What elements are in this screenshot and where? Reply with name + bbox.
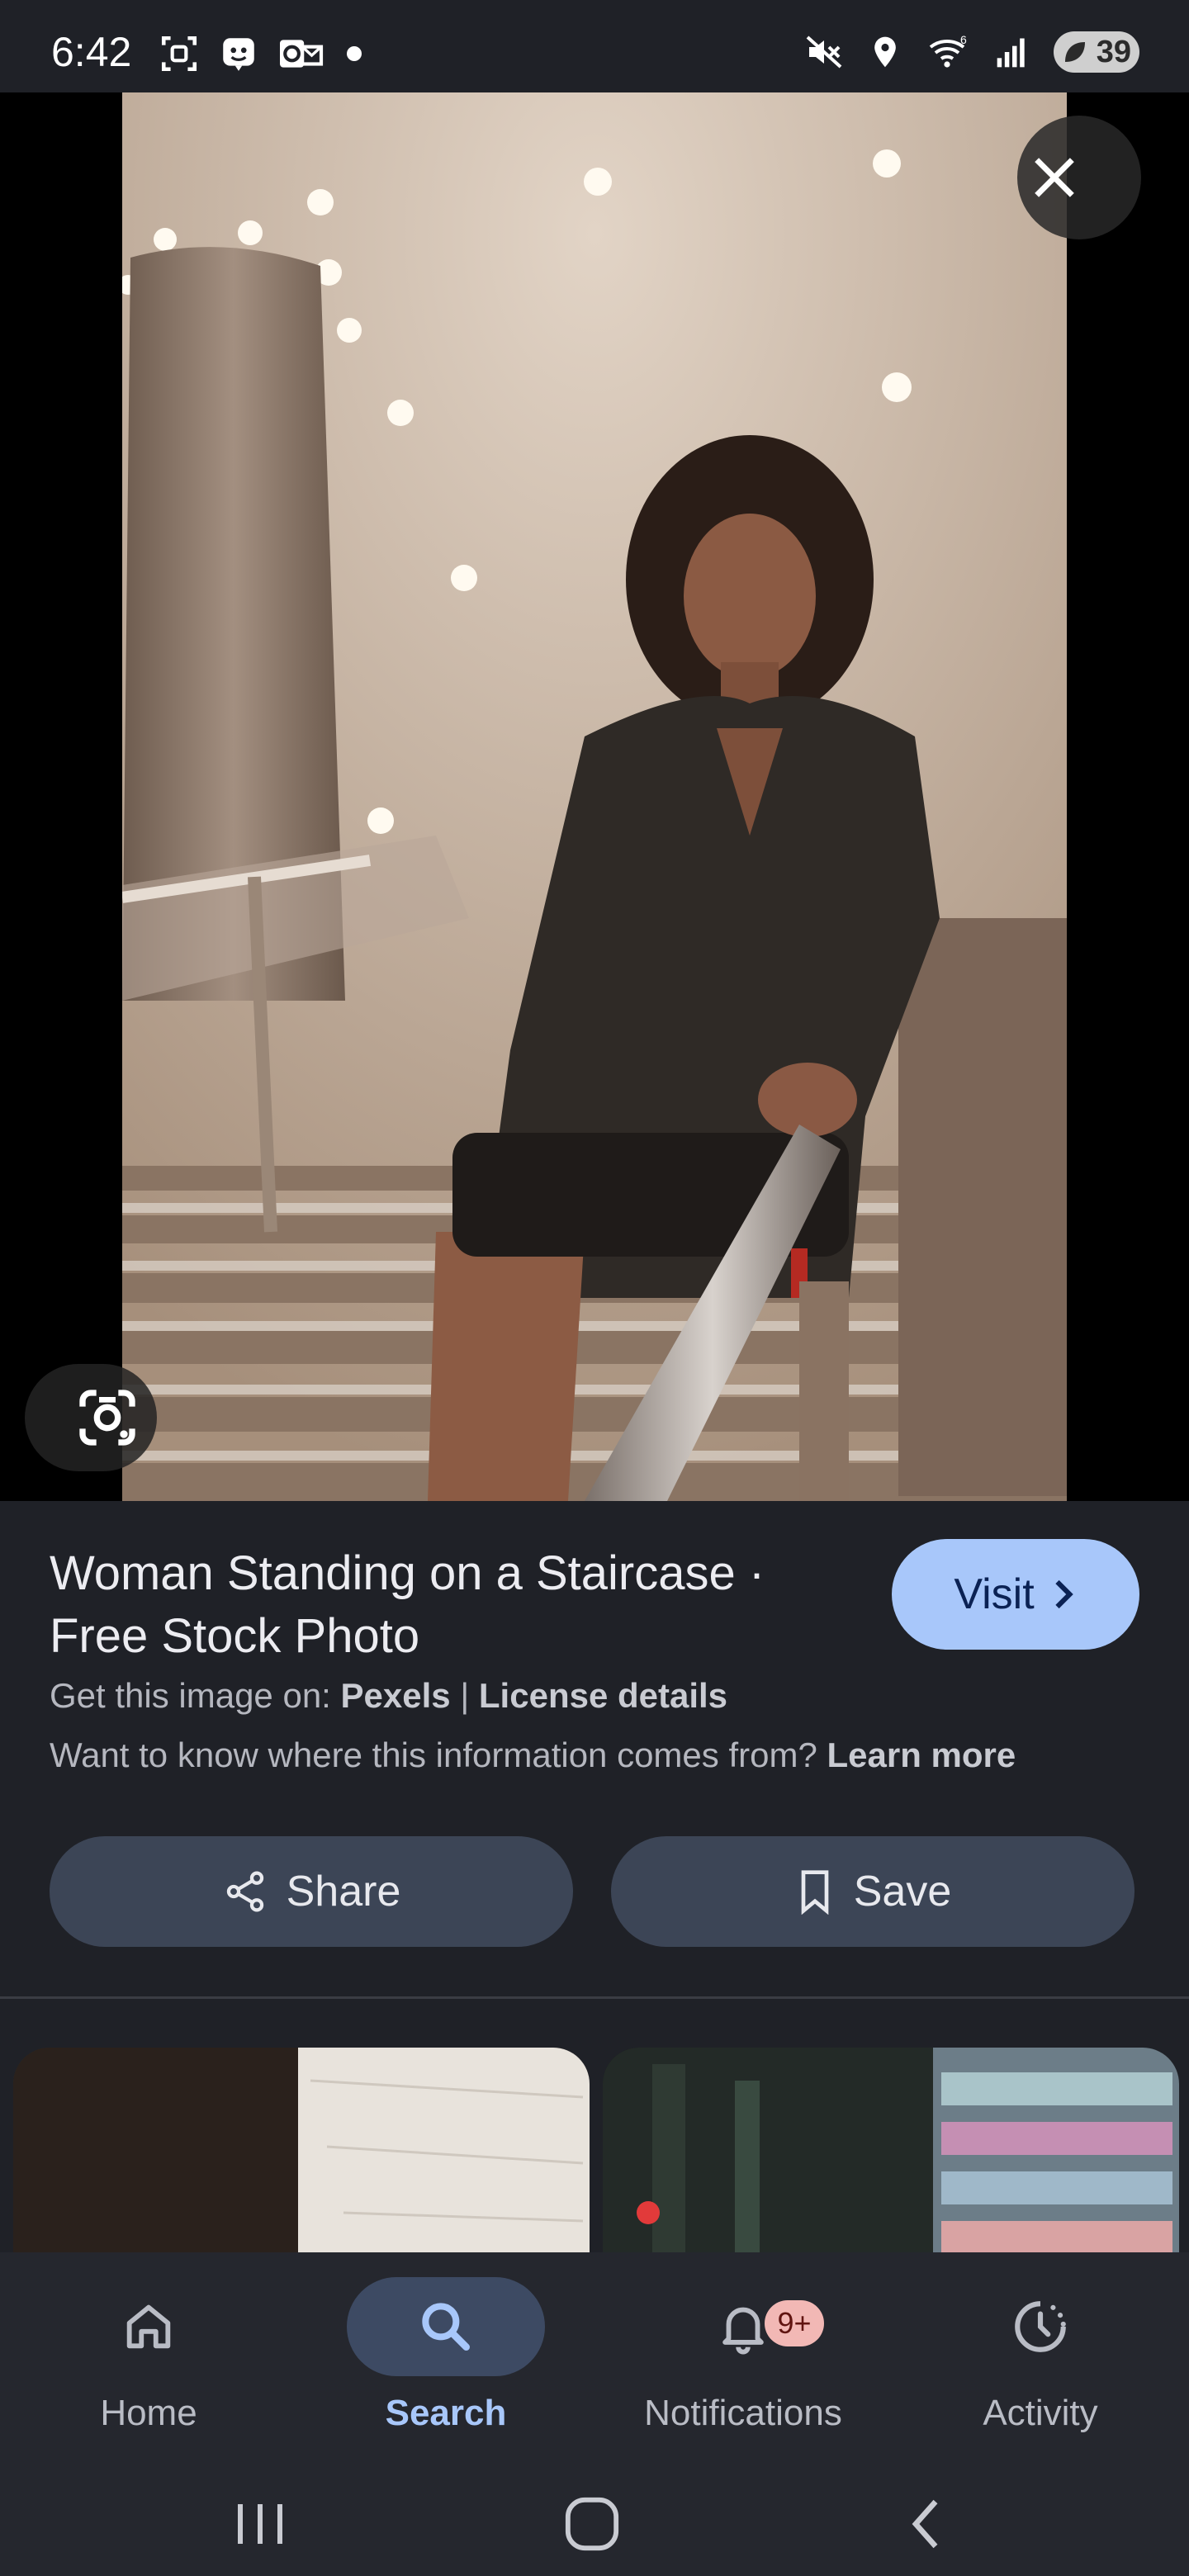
signal-icon xyxy=(997,38,1025,68)
lens-button[interactable] xyxy=(25,1364,157,1471)
status-bar: 6:42 6 39 xyxy=(0,0,1189,92)
battery-level: 39 xyxy=(1096,34,1131,69)
location-icon xyxy=(874,36,896,68)
nav-icon-container xyxy=(941,2277,1139,2376)
recent-apps-icon[interactable] xyxy=(233,2498,287,2550)
share-button[interactable]: Share xyxy=(50,1836,573,1947)
nav-label-home: Home xyxy=(100,2393,197,2433)
lens-icon xyxy=(79,1390,135,1446)
image-viewer xyxy=(0,92,1189,1501)
leaf-icon xyxy=(1065,42,1085,62)
visit-label: Visit xyxy=(954,1570,1035,1618)
status-left-icons xyxy=(159,33,367,74)
nav-label-activity: Activity xyxy=(983,2393,1098,2433)
bottom-navigation: Home Search 9+ Notifications Activity xyxy=(0,2252,1189,2467)
share-icon xyxy=(226,1871,263,1912)
nav-icon-container xyxy=(50,2277,248,2376)
search-icon xyxy=(422,2303,470,2351)
mute-icon xyxy=(806,36,842,69)
save-button[interactable]: Save xyxy=(611,1836,1135,1947)
source-line: Get this image on: Pexels | License deta… xyxy=(50,1676,727,1716)
home-icon xyxy=(126,2304,171,2349)
status-time: 6:42 xyxy=(51,29,132,75)
wifi-icon: 6 xyxy=(929,33,967,68)
notification-badge: 9+ xyxy=(765,2300,824,2346)
source-separator: | xyxy=(460,1676,470,1715)
info-question: Want to know where this information come… xyxy=(50,1735,817,1774)
close-icon xyxy=(1035,158,1074,197)
info-source-line: Want to know where this information come… xyxy=(50,1735,1016,1775)
status-right-icons: 6 39 xyxy=(804,31,1139,73)
close-button[interactable] xyxy=(1017,116,1141,239)
nav-activity[interactable]: Activity xyxy=(917,2277,1164,2442)
nav-label-notifications: Notifications xyxy=(644,2393,842,2433)
photo-illustration xyxy=(122,92,1067,1501)
back-icon[interactable] xyxy=(905,2497,946,2551)
system-navigation-bar xyxy=(0,2467,1189,2576)
visit-button[interactable]: Visit xyxy=(892,1539,1139,1650)
share-label: Share xyxy=(286,1868,401,1915)
bell-icon xyxy=(722,2307,764,2355)
dot-icon xyxy=(347,46,362,61)
nav-search[interactable]: Search xyxy=(322,2277,570,2442)
nav-home[interactable]: Home xyxy=(25,2277,272,2442)
screenshot-icon xyxy=(161,36,197,72)
nav-label-search: Search xyxy=(385,2393,507,2433)
chevron-right-icon xyxy=(1055,1579,1073,1609)
source-link[interactable]: Pexels xyxy=(341,1676,451,1715)
source-prefix: Get this image on: xyxy=(50,1676,331,1715)
bot-icon xyxy=(223,38,254,71)
activity-icon xyxy=(1015,2301,1066,2352)
nav-icon-container xyxy=(347,2277,545,2376)
license-details-link[interactable]: License details xyxy=(479,1676,727,1715)
svg-text:6: 6 xyxy=(960,33,967,46)
nav-notifications[interactable]: 9+ Notifications xyxy=(619,2277,867,2442)
outlook-icon xyxy=(280,40,324,68)
save-label: Save xyxy=(853,1868,952,1915)
learn-more-link[interactable]: Learn more xyxy=(827,1735,1016,1774)
battery-icon: 39 xyxy=(1054,31,1139,73)
divider xyxy=(0,1996,1189,1999)
result-photo[interactable] xyxy=(122,92,1067,1501)
bookmark-icon xyxy=(801,1870,829,1915)
result-title[interactable]: Woman Standing on a Staircase · Free Sto… xyxy=(50,1542,826,1668)
home-button-icon[interactable] xyxy=(563,2497,621,2551)
